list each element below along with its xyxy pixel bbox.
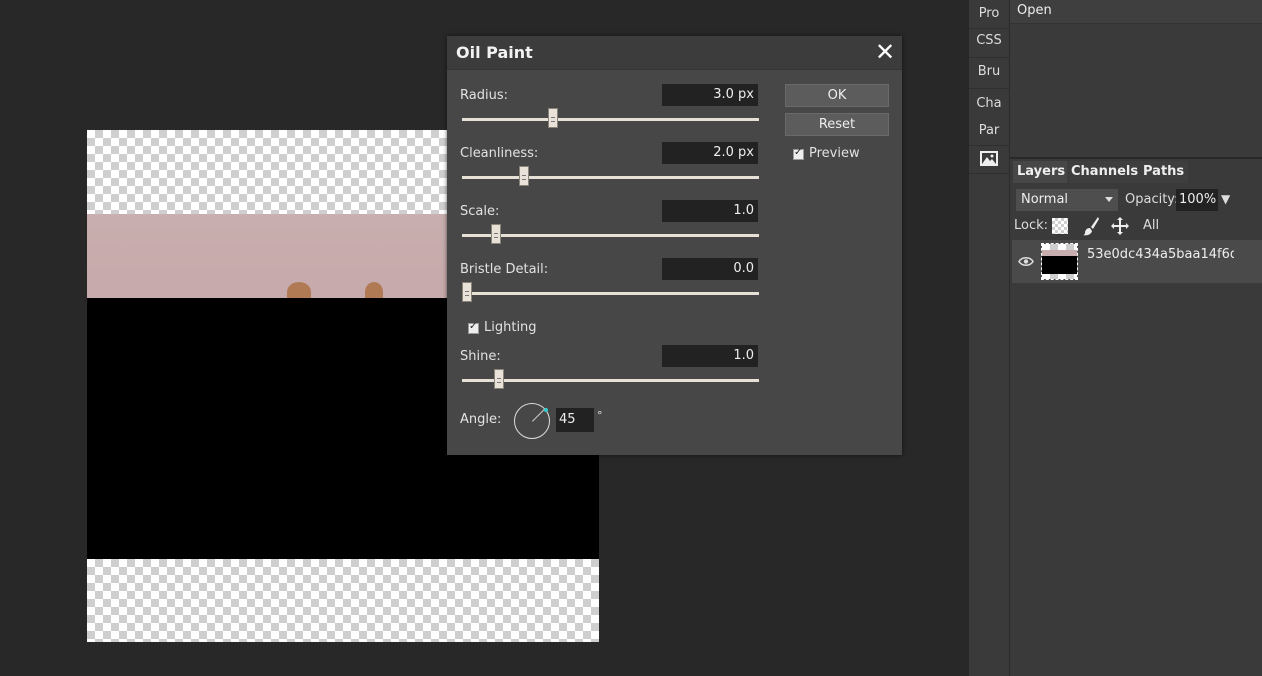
- close-icon[interactable]: ✕: [874, 40, 896, 64]
- ok-button[interactable]: OK: [785, 84, 889, 107]
- degree-unit: °: [597, 409, 603, 422]
- bristle-detail-slider-thumb[interactable]: [462, 282, 472, 302]
- scale-slider[interactable]: [462, 224, 759, 244]
- scale-slider-thumb[interactable]: [491, 224, 501, 244]
- bristle-detail-label: Bristle Detail:: [460, 262, 549, 277]
- cleanliness-slider-thumb[interactable]: [519, 166, 529, 186]
- cleanliness-label: Cleanliness:: [460, 146, 539, 161]
- css-panel-button[interactable]: CSS: [969, 33, 1009, 48]
- blend-mode-value: Normal: [1021, 192, 1069, 207]
- brush-lock-icon[interactable]: [1082, 216, 1100, 236]
- move-lock-icon[interactable]: [1110, 216, 1130, 236]
- angle-dial[interactable]: [514, 403, 550, 439]
- chevron-down-icon: [1105, 197, 1113, 202]
- bristle-detail-slider[interactable]: [462, 282, 759, 302]
- reset-button[interactable]: Reset: [785, 113, 889, 136]
- opacity-label: Opacity:: [1125, 192, 1179, 207]
- shine-input[interactable]: 1.0: [662, 345, 758, 367]
- layer-thumbnail: [1041, 243, 1078, 280]
- shine-slider-thumb[interactable]: [494, 369, 504, 389]
- scale-input[interactable]: 1.0: [662, 200, 758, 222]
- character-panel-button[interactable]: Cha: [969, 96, 1009, 111]
- shine-slider[interactable]: [462, 369, 759, 389]
- layers-panel: Layers Channels Paths Normal Opacity: 10…: [1010, 159, 1262, 676]
- history-item-open[interactable]: Open: [1010, 0, 1262, 24]
- opacity-input[interactable]: 100%: [1176, 189, 1218, 211]
- radius-input[interactable]: 3.0 px: [662, 84, 758, 106]
- layer-name[interactable]: 53e0dc434a5baa14f6da: [1087, 247, 1234, 262]
- oil-paint-dialog: Oil Paint ✕ Radius: 3.0 px Cleanliness: …: [447, 36, 902, 455]
- history-panel: Open: [1010, 0, 1262, 157]
- eye-icon[interactable]: [1018, 256, 1034, 267]
- thumbnail-black: [1042, 256, 1077, 274]
- tab-paths[interactable]: Paths: [1139, 161, 1189, 183]
- angle-input[interactable]: 45: [556, 408, 594, 432]
- divider: [969, 88, 1009, 89]
- thumbnail-transparent: [1042, 274, 1077, 279]
- blend-mode-select[interactable]: Normal: [1016, 189, 1118, 211]
- image-icon[interactable]: [980, 151, 998, 166]
- divider: [969, 145, 1009, 146]
- radius-slider[interactable]: [462, 108, 759, 128]
- checker-lock-icon[interactable]: [1052, 218, 1068, 234]
- lock-label: Lock:: [1014, 218, 1049, 233]
- lighting-label: Lighting: [484, 320, 537, 335]
- shine-label: Shine:: [460, 349, 501, 364]
- opacity-dropdown-icon[interactable]: ▼: [1221, 192, 1230, 206]
- divider: [969, 57, 1009, 58]
- history-item-label: Open: [1017, 3, 1052, 18]
- properties-panel-button[interactable]: Pro: [969, 6, 1009, 21]
- dialog-title: Oil Paint: [456, 43, 533, 62]
- divider: [969, 173, 1009, 174]
- paragraph-panel-button[interactable]: Par: [969, 123, 1009, 138]
- angle-label: Angle:: [460, 412, 502, 427]
- preview-checkbox[interactable]: [793, 147, 804, 160]
- scale-label: Scale:: [460, 204, 500, 219]
- radius-label: Radius:: [460, 88, 508, 103]
- bristle-detail-input[interactable]: 0.0: [662, 258, 758, 280]
- radius-slider-thumb[interactable]: [548, 108, 558, 128]
- tab-layers[interactable]: Layers: [1013, 161, 1070, 183]
- transparent-area-bottom: [87, 559, 599, 642]
- cleanliness-input[interactable]: 2.0 px: [662, 142, 758, 164]
- lighting-checkbox[interactable]: [468, 321, 479, 334]
- tab-channels[interactable]: Channels: [1067, 161, 1143, 183]
- divider: [969, 28, 1009, 29]
- layer-row[interactable]: 53e0dc434a5baa14f6da: [1012, 240, 1262, 283]
- angle-dial-handle[interactable]: [544, 408, 548, 412]
- dialog-titlebar[interactable]: Oil Paint ✕: [447, 36, 902, 70]
- lock-all-label[interactable]: All: [1143, 218, 1159, 233]
- panel-shortcut-column: Pro CSS Bru Cha Par: [969, 0, 1010, 676]
- brush-panel-button[interactable]: Bru: [969, 64, 1009, 79]
- cleanliness-slider[interactable]: [462, 166, 759, 186]
- preview-label: Preview: [809, 146, 860, 161]
